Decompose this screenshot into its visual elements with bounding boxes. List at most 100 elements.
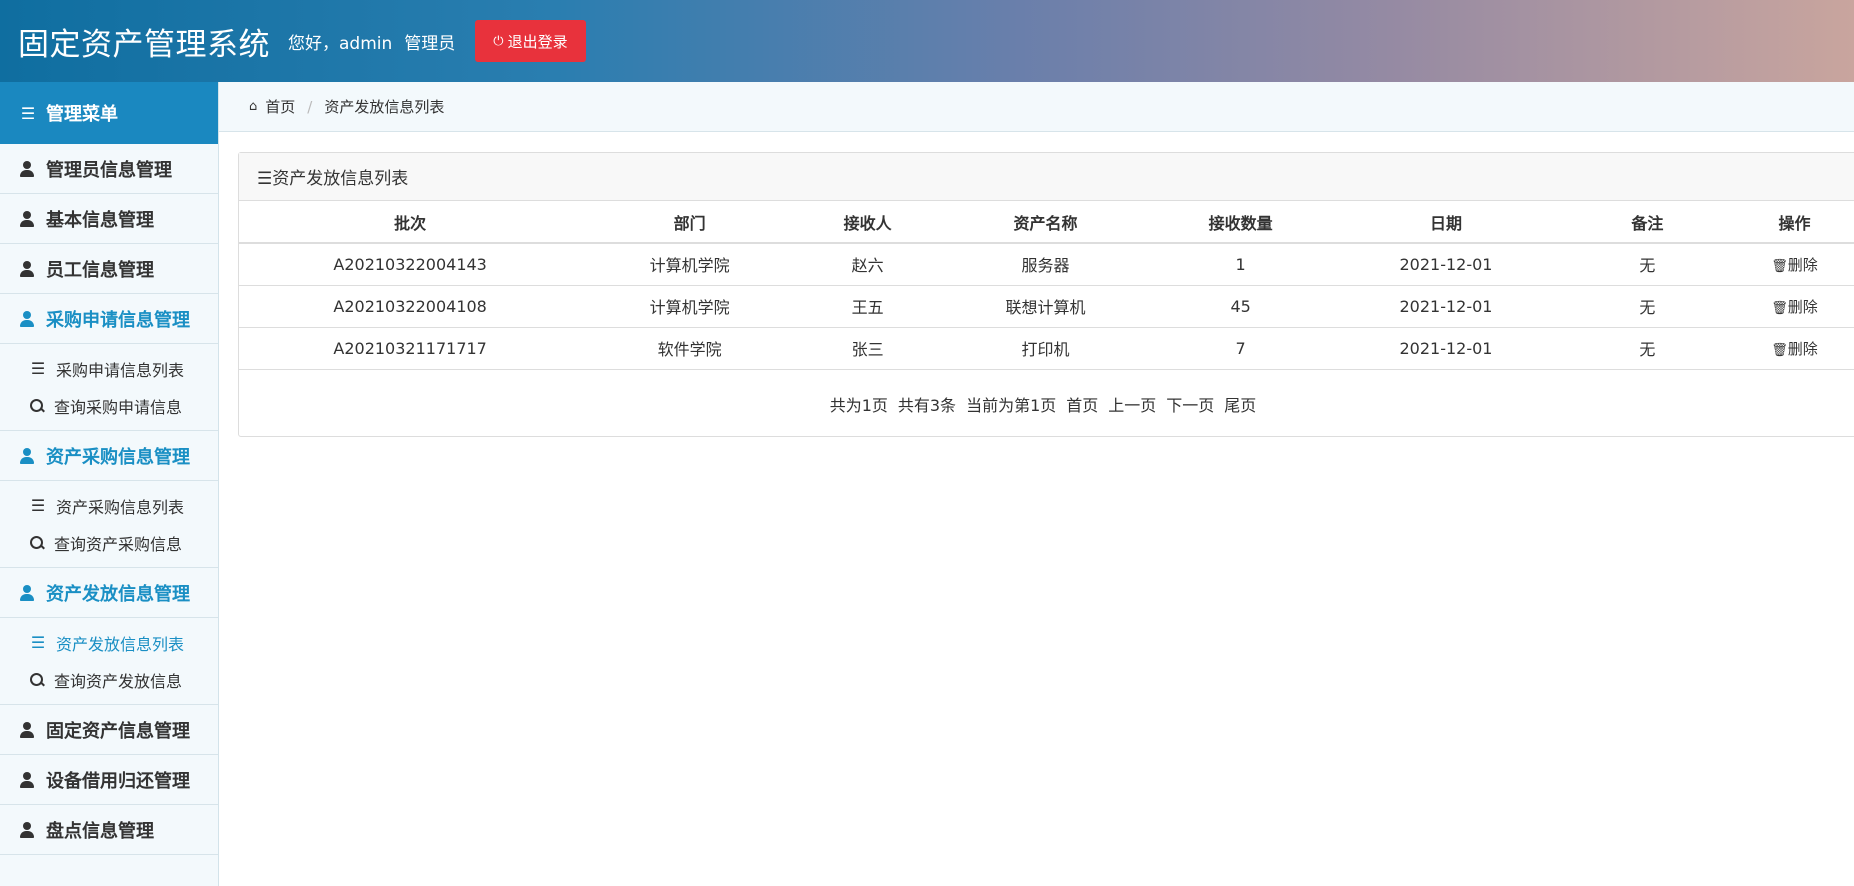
- asset-distribution-table: 批次 部门 接收人 资产名称 接收数量 日期 备注 操作 A2021032200…: [239, 201, 1854, 370]
- submenu-item-label: 采购申请信息列表: [56, 360, 185, 380]
- column-header: 备注: [1564, 201, 1731, 244]
- table-row: A20210322004143 计算机学院 赵六 服务器 1 2021-12-0…: [239, 243, 1854, 286]
- cell-receiver: 张三: [798, 327, 938, 370]
- column-header: 日期: [1327, 201, 1565, 244]
- user-icon: [20, 821, 34, 838]
- submenu-item-asset-distribution-list[interactable]: ☰ 资产发放信息列表: [0, 624, 218, 661]
- cell-asset: 联想计算机: [937, 285, 1154, 328]
- sidebar-item-inventory[interactable]: 盘点信息管理: [0, 805, 218, 855]
- submenu-item-label: 查询采购申请信息: [54, 397, 183, 417]
- submenu-item-asset-purchase-list[interactable]: ☰ 资产采购信息列表: [0, 487, 218, 524]
- cell-batch: A20210321171717: [239, 327, 582, 370]
- user-icon: [20, 310, 34, 327]
- main-content: ⌂ 首页 / 资产发放信息列表 ☰资产发放信息列表 批次 部门 接收人 资产名称…: [219, 82, 1854, 886]
- sidebar-item-label: 基本信息管理: [46, 209, 154, 231]
- submenu-item-asset-distribution-search[interactable]: 查询资产发放信息: [0, 661, 218, 698]
- cell-note: 无: [1564, 285, 1731, 328]
- list-icon: ☰: [30, 359, 46, 378]
- list-panel: ☰资产发放信息列表 批次 部门 接收人 资产名称 接收数量 日期 备注 操作 A…: [238, 152, 1854, 437]
- delete-label: 删除: [1787, 255, 1818, 274]
- list-icon: ☰: [30, 633, 46, 652]
- submenu-item-label: 查询资产发放信息: [54, 671, 183, 691]
- delete-button[interactable]: 🗑删除: [1771, 298, 1818, 316]
- search-icon: [30, 672, 44, 687]
- column-header: 部门: [581, 201, 798, 244]
- cell-receiver: 王五: [798, 285, 938, 328]
- cell-date: 2021-12-01: [1327, 285, 1565, 328]
- submenu-item-label: 资产采购信息列表: [56, 497, 185, 517]
- pagination-first[interactable]: 首页: [1066, 392, 1098, 416]
- user-icon: [20, 210, 34, 227]
- cell-dept: 计算机学院: [581, 243, 798, 286]
- pagination-next[interactable]: 下一页: [1166, 392, 1214, 416]
- power-icon: ⏻: [493, 33, 504, 49]
- cell-qty: 45: [1153, 285, 1328, 328]
- delete-label: 删除: [1787, 297, 1818, 316]
- sidebar-item-employee[interactable]: 员工信息管理: [0, 244, 218, 294]
- logout-label: 退出登录: [507, 32, 568, 51]
- pagination-prev[interactable]: 上一页: [1108, 392, 1156, 416]
- logout-button[interactable]: ⏻ 退出登录: [475, 20, 586, 62]
- column-header: 接收人: [798, 201, 938, 244]
- pagination: 共为1页 共有3条 当前为第1页 首页 上一页 下一页 尾页: [239, 392, 1854, 416]
- trash-icon: 🗑: [1771, 342, 1788, 358]
- table-row: A20210321171717 软件学院 张三 打印机 7 2021-12-01…: [239, 327, 1854, 370]
- column-header: 资产名称: [937, 201, 1154, 244]
- table-row: A20210322004108 计算机学院 王五 联想计算机 45 2021-1…: [239, 285, 1854, 328]
- sidebar-item-label: 资产发放信息管理: [46, 583, 190, 605]
- sidebar-item-asset-distribution[interactable]: 资产发放信息管理: [0, 568, 218, 618]
- panel-title: ☰资产发放信息列表: [239, 153, 1854, 201]
- cell-receiver: 赵六: [798, 243, 938, 286]
- breadcrumb-home[interactable]: 首页: [265, 96, 295, 117]
- sidebar-item-label: 盘点信息管理: [46, 820, 154, 842]
- delete-button[interactable]: 🗑删除: [1771, 256, 1818, 274]
- sidebar-item-label: 固定资产信息管理: [46, 720, 190, 742]
- cell-action: 🗑删除: [1730, 243, 1854, 286]
- trash-icon: 🗑: [1771, 258, 1788, 274]
- submenu-purchase-request: ☰ 采购申请信息列表 查询采购申请信息: [0, 344, 218, 431]
- submenu-item-purchase-request-list[interactable]: ☰ 采购申请信息列表: [0, 350, 218, 387]
- column-header: 批次: [239, 201, 582, 244]
- cell-dept: 计算机学院: [581, 285, 798, 328]
- home-icon: ⌂: [249, 99, 258, 114]
- cell-batch: A20210322004108: [239, 285, 582, 328]
- delete-button[interactable]: 🗑删除: [1771, 340, 1818, 358]
- user-icon: [20, 160, 34, 177]
- submenu-item-label: 查询资产采购信息: [54, 534, 183, 554]
- cell-dept: 软件学院: [581, 327, 798, 370]
- sidebar-item-purchase-request[interactable]: 采购申请信息管理: [0, 294, 218, 344]
- user-icon: [20, 721, 34, 738]
- pagination-total-records: 共有3条: [897, 395, 957, 415]
- cell-date: 2021-12-01: [1327, 243, 1565, 286]
- submenu-item-label: 资产发放信息列表: [56, 634, 185, 654]
- sidebar-item-admin[interactable]: 管理员信息管理: [0, 144, 218, 194]
- submenu-asset-distribution: ☰ 资产发放信息列表 查询资产发放信息: [0, 618, 218, 705]
- delete-label: 删除: [1787, 339, 1818, 358]
- sidebar-item-equipment-borrow[interactable]: 设备借用归还管理: [0, 755, 218, 805]
- sidebar-item-fixed-asset[interactable]: 固定资产信息管理: [0, 705, 218, 755]
- app-title: 固定资产管理系统: [18, 26, 270, 63]
- breadcrumb-separator: /: [307, 97, 313, 116]
- sidebar-item-basic-info[interactable]: 基本信息管理: [0, 194, 218, 244]
- cell-batch: A20210322004143: [239, 243, 582, 286]
- cell-qty: 1: [1153, 243, 1328, 286]
- table-header-row: 批次 部门 接收人 资产名称 接收数量 日期 备注 操作: [239, 201, 1854, 244]
- sidebar-heading-label: 管理菜单: [46, 104, 118, 125]
- cell-action: 🗑删除: [1730, 285, 1854, 328]
- trash-icon: 🗑: [1771, 300, 1788, 316]
- top-header: 固定资产管理系统 您好，admin 管理员 ⏻ 退出登录: [0, 0, 1854, 82]
- pagination-last[interactable]: 尾页: [1224, 392, 1256, 416]
- sidebar-item-asset-purchase[interactable]: 资产采购信息管理: [0, 431, 218, 481]
- pagination-current: 当前为第1页: [966, 395, 1057, 415]
- submenu-item-purchase-request-search[interactable]: 查询采购申请信息: [0, 387, 218, 424]
- sidebar-item-label: 员工信息管理: [46, 259, 154, 281]
- cell-asset: 服务器: [937, 243, 1154, 286]
- search-icon: [30, 535, 44, 550]
- pagination-total-pages: 共为1页: [829, 395, 888, 415]
- user-greeting: 您好，admin 管理员: [288, 29, 455, 54]
- cell-note: 无: [1564, 243, 1731, 286]
- submenu-item-asset-purchase-search[interactable]: 查询资产采购信息: [0, 524, 218, 561]
- breadcrumb-current: 资产发放信息列表: [324, 98, 445, 116]
- column-header: 操作: [1730, 201, 1854, 244]
- user-icon: [20, 260, 34, 277]
